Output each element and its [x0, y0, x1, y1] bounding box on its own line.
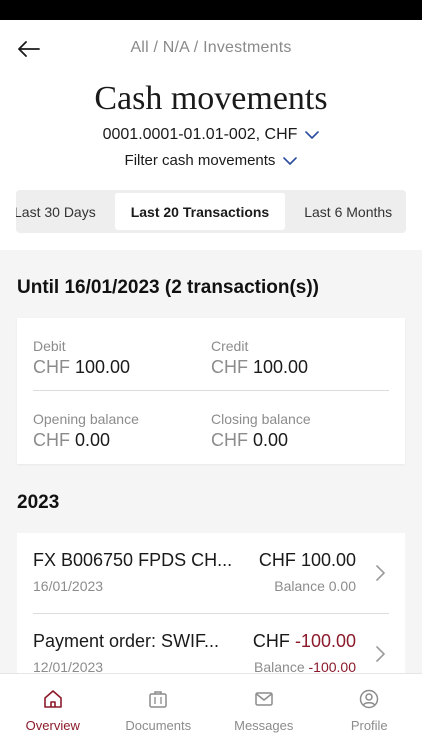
chevron-down-icon: [305, 131, 320, 139]
page-title: Cash movements: [94, 80, 328, 117]
filter-cash-movements[interactable]: Filter cash movements: [0, 152, 422, 169]
closing-balance-label: Closing balance: [211, 411, 311, 427]
transaction-amount: CHF -100.00: [253, 631, 356, 652]
balance-value: -100.00: [308, 659, 356, 673]
tabs-track[interactable]: Last 30 Days Last 20 Transactions Last 6…: [16, 190, 406, 233]
credit-label: Credit: [211, 338, 249, 354]
opening-balance-cell: Opening balance CHF 0.00: [33, 411, 139, 451]
closing-balance-value: CHF 0.00: [211, 430, 311, 451]
balance-value: 0.00: [328, 578, 356, 594]
debit-currency: CHF: [33, 357, 70, 377]
debit-label: Debit: [33, 338, 66, 354]
opening-balance-value: CHF 0.00: [33, 430, 139, 451]
bottom-navigation: Overview Documents Messages Profile: [0, 673, 422, 750]
nav-profile[interactable]: Profile: [317, 674, 422, 750]
credit-amount: 100.00: [253, 357, 309, 377]
period-tabs: Last 30 Days Last 20 Transactions Last 6…: [16, 190, 406, 233]
status-bar: [0, 0, 422, 20]
chevron-down-icon: [283, 156, 298, 165]
credit-cell: Credit CHF 100.00: [211, 338, 308, 378]
envelope-icon: [255, 692, 273, 706]
summary-title: Until 16/01/2023 (2 transaction(s)): [17, 277, 319, 298]
balance-label: Balance: [254, 659, 305, 673]
closing-currency: CHF: [211, 430, 248, 450]
list-item[interactable]: Payment order: SWIF... CHF -100.00 12/01…: [17, 614, 405, 673]
chevron-right-icon: [376, 565, 385, 581]
transaction-currency: CHF: [258, 550, 296, 570]
list-item[interactable]: FX B006750 FPDS CH... CHF 100.00 16/01/2…: [17, 533, 405, 614]
nav-documents-label: Documents: [125, 718, 192, 733]
closing-amount: 0.00: [253, 430, 289, 450]
nav-messages-label: Messages: [234, 718, 294, 733]
nav-profile-label: Profile: [350, 718, 388, 733]
opening-currency: CHF: [33, 430, 70, 450]
home-icon: [43, 690, 62, 708]
transaction-currency: CHF: [252, 631, 290, 651]
transaction-balance: Balance 0.00: [274, 578, 356, 594]
transaction-value: 100.00: [300, 550, 356, 570]
transaction-value: -100.00: [294, 631, 356, 651]
tab-last-6-months[interactable]: Last 6 Months: [288, 193, 406, 230]
nav-overview[interactable]: Overview: [0, 674, 106, 750]
closing-balance-cell: Closing balance CHF 0.00: [211, 411, 311, 451]
transaction-date: 16/01/2023: [33, 578, 104, 594]
chevron-right-icon: [376, 646, 385, 662]
transactions-list: FX B006750 FPDS CH... CHF 100.00 16/01/2…: [17, 533, 405, 673]
debit-value: CHF 100.00: [33, 357, 130, 378]
nav-messages[interactable]: Messages: [211, 674, 317, 750]
account-selector[interactable]: 0001.0001-01.01-002, CHF: [0, 126, 422, 144]
summary-card: Debit CHF 100.00 Credit CHF 100.00 Openi…: [17, 318, 405, 464]
transaction-amount: CHF 100.00: [259, 550, 356, 571]
credit-value: CHF 100.00: [211, 357, 308, 378]
credit-currency: CHF: [211, 357, 248, 377]
account-number: 0001.0001-01.01-002, CHF: [102, 126, 298, 143]
opening-balance-label: Opening balance: [33, 411, 139, 427]
nav-documents[interactable]: Documents: [106, 674, 212, 750]
transaction-balance: Balance -100.00: [254, 659, 356, 673]
content-area[interactable]: Until 16/01/2023 (2 transaction(s)) Debi…: [0, 250, 422, 673]
tab-last-30-days[interactable]: Last 30 Days: [16, 193, 112, 230]
balance-label: Balance: [274, 578, 325, 594]
breadcrumb[interactable]: All / N/A / Investments: [0, 39, 422, 57]
transaction-date: 12/01/2023: [33, 659, 104, 673]
opening-amount: 0.00: [75, 430, 111, 450]
debit-cell: Debit CHF 100.00: [33, 338, 130, 378]
page-header: All / N/A / Investments Cash movements 0…: [0, 20, 422, 250]
debit-amount: 100.00: [75, 357, 131, 377]
filter-label: Filter cash movements: [124, 152, 276, 169]
transaction-name: Payment order: SWIF...: [33, 631, 220, 651]
tab-last-20-transactions[interactable]: Last 20 Transactions: [114, 193, 286, 230]
user-circle-icon: [360, 689, 379, 709]
transaction-name: FX B006750 FPDS CH...: [33, 550, 233, 570]
briefcase-icon: [149, 691, 167, 708]
summary-divider: [33, 390, 389, 391]
nav-overview-label: Overview: [25, 718, 80, 733]
year-title: 2023: [17, 492, 60, 513]
